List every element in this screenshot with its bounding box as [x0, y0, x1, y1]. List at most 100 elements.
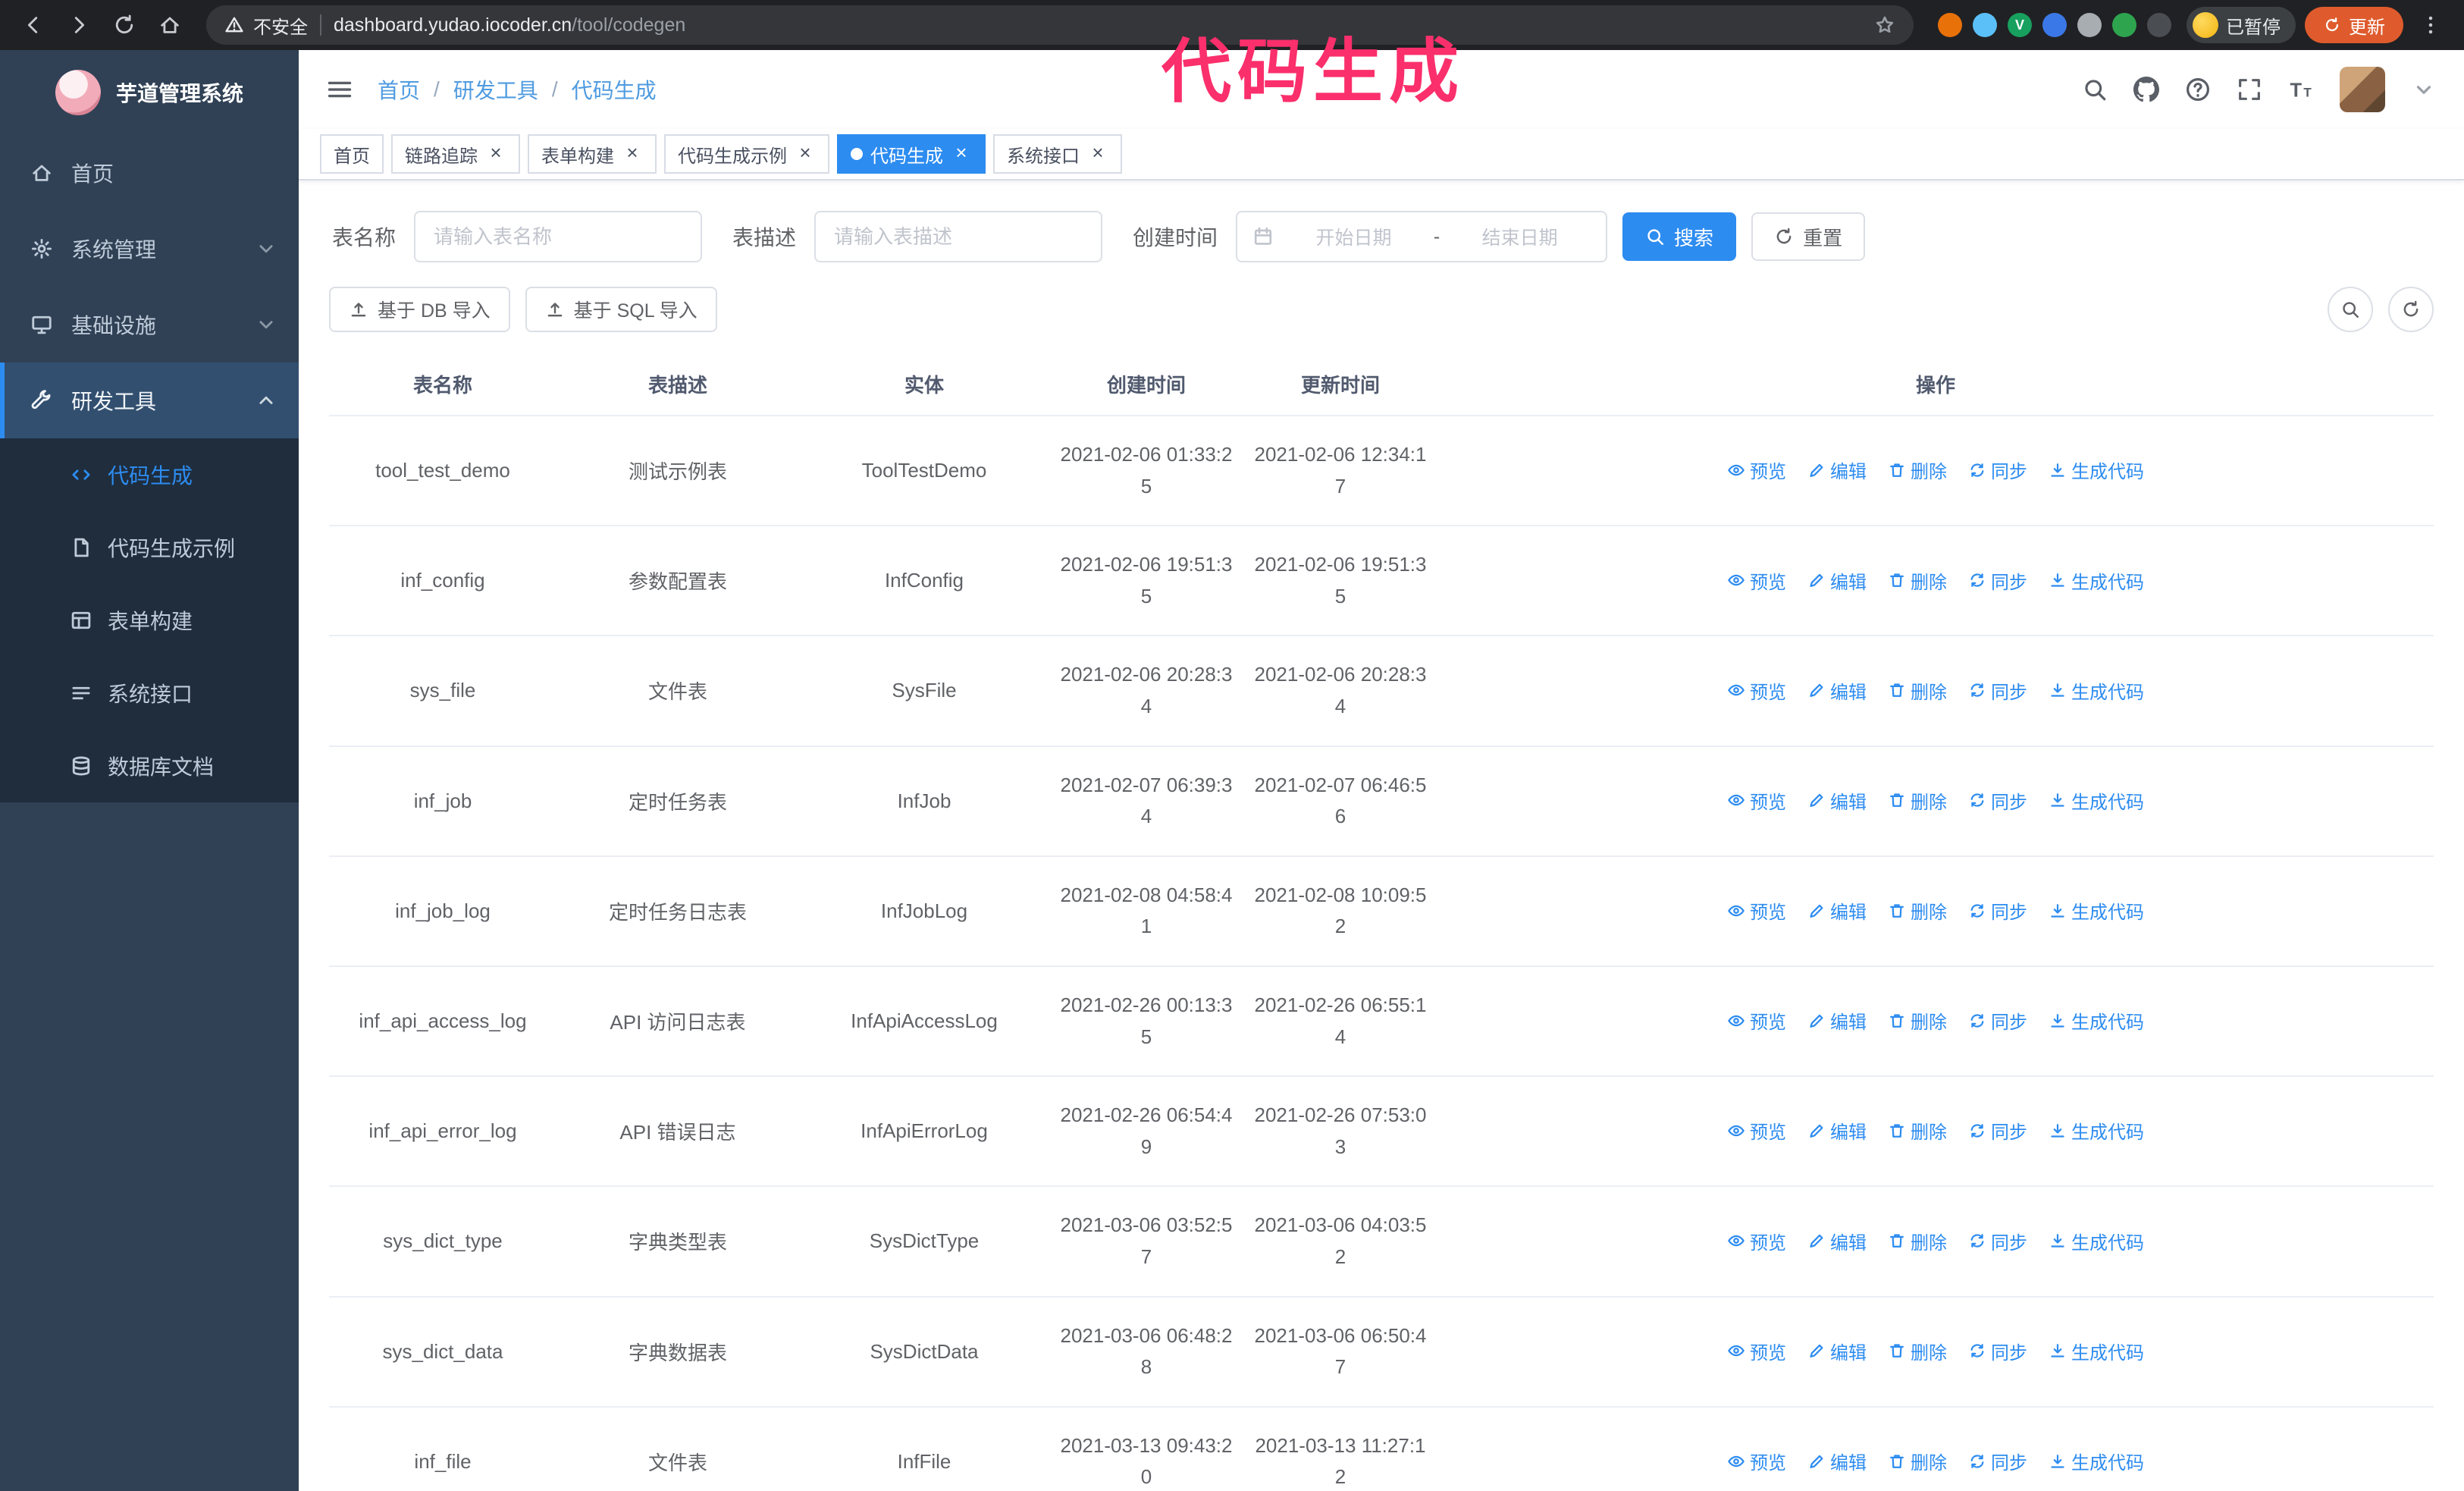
tab-codegen-demo[interactable]: 代码生成示例 × — [664, 134, 829, 174]
action-preview[interactable]: 预览 — [1727, 1448, 1786, 1474]
reload-icon[interactable] — [106, 7, 143, 43]
action-edit[interactable]: 编辑 — [1807, 787, 1867, 814]
date-range-picker[interactable]: 开始日期 - 结束日期 — [1236, 211, 1608, 262]
action-edit[interactable]: 编辑 — [1807, 1228, 1867, 1254]
extension-icon-7[interactable] — [2147, 13, 2171, 37]
action-delete[interactable]: 删除 — [1888, 1007, 1947, 1034]
tab-system-api[interactable]: 系统接口 × — [993, 134, 1122, 174]
extension-icon-5[interactable] — [2077, 13, 2102, 37]
tab-codegen[interactable]: 代码生成 × — [837, 134, 986, 174]
help-icon[interactable] — [2185, 77, 2211, 102]
bookmark-star-icon[interactable] — [1874, 14, 1895, 36]
sidebar-item-codegen-demo[interactable]: 代码生成示例 — [0, 511, 299, 584]
action-delete[interactable]: 删除 — [1888, 1448, 1947, 1474]
action-delete[interactable]: 删除 — [1888, 567, 1947, 594]
action-sync[interactable]: 同步 — [1968, 457, 2027, 483]
action-sync[interactable]: 同步 — [1968, 897, 2027, 924]
extension-icon-2[interactable] — [1973, 13, 1997, 37]
breadcrumb-item[interactable]: 首页 — [378, 74, 420, 105]
action-sync[interactable]: 同步 — [1968, 1338, 2027, 1364]
close-icon[interactable]: × — [795, 143, 816, 165]
logo[interactable]: 芋道管理系统 — [0, 50, 299, 135]
action-sync[interactable]: 同步 — [1968, 677, 2027, 704]
action-delete[interactable]: 删除 — [1888, 897, 1947, 924]
tab-tracing[interactable]: 链路追踪 × — [391, 134, 520, 174]
action-edit[interactable]: 编辑 — [1807, 567, 1867, 594]
close-icon[interactable]: × — [951, 143, 972, 165]
action-preview[interactable]: 预览 — [1727, 1007, 1786, 1034]
sidebar-item-system[interactable]: 系统管理 — [0, 211, 299, 287]
security-chip[interactable]: 不安全 — [224, 12, 308, 39]
fullscreen-icon[interactable] — [2237, 77, 2262, 102]
action-delete[interactable]: 删除 — [1888, 1117, 1947, 1144]
github-icon[interactable] — [2133, 77, 2159, 102]
sidebar-item-codegen[interactable]: 代码生成 — [0, 438, 299, 511]
action-preview[interactable]: 预览 — [1727, 457, 1786, 483]
action-generate[interactable]: 生成代码 — [2049, 897, 2144, 924]
action-edit[interactable]: 编辑 — [1807, 1338, 1867, 1364]
action-delete[interactable]: 删除 — [1888, 677, 1947, 704]
action-preview[interactable]: 预览 — [1727, 1228, 1786, 1254]
back-icon[interactable] — [15, 7, 52, 43]
hamburger-icon[interactable] — [326, 76, 353, 103]
avatar-caret-icon[interactable] — [2411, 77, 2437, 102]
breadcrumb-item[interactable]: 研发工具 — [453, 74, 538, 105]
extension-icon-1[interactable] — [1938, 13, 1962, 37]
import-sql-button[interactable]: 基于 SQL 导入 — [525, 287, 717, 332]
action-preview[interactable]: 预览 — [1727, 1338, 1786, 1364]
search-toggle-button[interactable] — [2328, 287, 2373, 332]
action-edit[interactable]: 编辑 — [1807, 1007, 1867, 1034]
update-button[interactable]: 更新 — [2305, 7, 2403, 43]
action-delete[interactable]: 删除 — [1888, 1228, 1947, 1254]
user-avatar[interactable] — [2340, 67, 2385, 112]
close-icon[interactable]: × — [1087, 143, 1108, 165]
action-generate[interactable]: 生成代码 — [2049, 1228, 2144, 1254]
address-bar[interactable]: 不安全 dashboard.yudao.iocoder.cn/tool/code… — [206, 5, 1914, 45]
action-sync[interactable]: 同步 — [1968, 787, 2027, 814]
sidebar-item-form-builder[interactable]: 表单构建 — [0, 584, 299, 657]
action-preview[interactable]: 预览 — [1727, 677, 1786, 704]
extension-icon-4[interactable] — [2042, 13, 2067, 37]
search-button[interactable]: 搜索 — [1622, 212, 1737, 261]
forward-icon[interactable] — [61, 7, 97, 43]
font-size-icon[interactable]: TT — [2288, 77, 2314, 102]
import-db-button[interactable]: 基于 DB 导入 — [329, 287, 510, 332]
action-delete[interactable]: 删除 — [1888, 1338, 1947, 1364]
action-generate[interactable]: 生成代码 — [2049, 677, 2144, 704]
sidebar-item-system-api[interactable]: 系统接口 — [0, 657, 299, 730]
action-delete[interactable]: 删除 — [1888, 787, 1947, 814]
table-desc-input[interactable] — [814, 211, 1103, 262]
search-icon[interactable] — [2082, 77, 2108, 102]
reset-button[interactable]: 重置 — [1751, 212, 1866, 261]
close-icon[interactable]: × — [485, 143, 506, 165]
sidebar-item-infra[interactable]: 基础设施 — [0, 287, 299, 363]
action-generate[interactable]: 生成代码 — [2049, 457, 2144, 483]
action-generate[interactable]: 生成代码 — [2049, 567, 2144, 594]
action-preview[interactable]: 预览 — [1727, 787, 1786, 814]
action-preview[interactable]: 预览 — [1727, 567, 1786, 594]
home-icon[interactable] — [152, 7, 188, 43]
action-generate[interactable]: 生成代码 — [2049, 787, 2144, 814]
extension-icon-3[interactable]: V — [2008, 13, 2032, 37]
action-generate[interactable]: 生成代码 — [2049, 1117, 2144, 1144]
action-generate[interactable]: 生成代码 — [2049, 1338, 2144, 1364]
sidebar-item-home[interactable]: 首页 — [0, 135, 299, 211]
action-preview[interactable]: 预览 — [1727, 897, 1786, 924]
action-sync[interactable]: 同步 — [1968, 1228, 2027, 1254]
sidebar-item-devtools[interactable]: 研发工具 — [0, 363, 299, 438]
profile-chip[interactable]: 已暂停 — [2187, 7, 2296, 43]
action-sync[interactable]: 同步 — [1968, 567, 2027, 594]
action-sync[interactable]: 同步 — [1968, 1448, 2027, 1474]
action-edit[interactable]: 编辑 — [1807, 1448, 1867, 1474]
table-name-input[interactable] — [414, 211, 703, 262]
action-delete[interactable]: 删除 — [1888, 457, 1947, 483]
menu-kebab-icon[interactable] — [2412, 7, 2449, 43]
action-edit[interactable]: 编辑 — [1807, 1117, 1867, 1144]
action-generate[interactable]: 生成代码 — [2049, 1448, 2144, 1474]
sidebar-item-db-doc[interactable]: 数据库文档 — [0, 730, 299, 802]
close-icon[interactable]: × — [622, 143, 643, 165]
tab-form-builder[interactable]: 表单构建 × — [528, 134, 657, 174]
action-sync[interactable]: 同步 — [1968, 1117, 2027, 1144]
action-edit[interactable]: 编辑 — [1807, 677, 1867, 704]
action-edit[interactable]: 编辑 — [1807, 457, 1867, 483]
